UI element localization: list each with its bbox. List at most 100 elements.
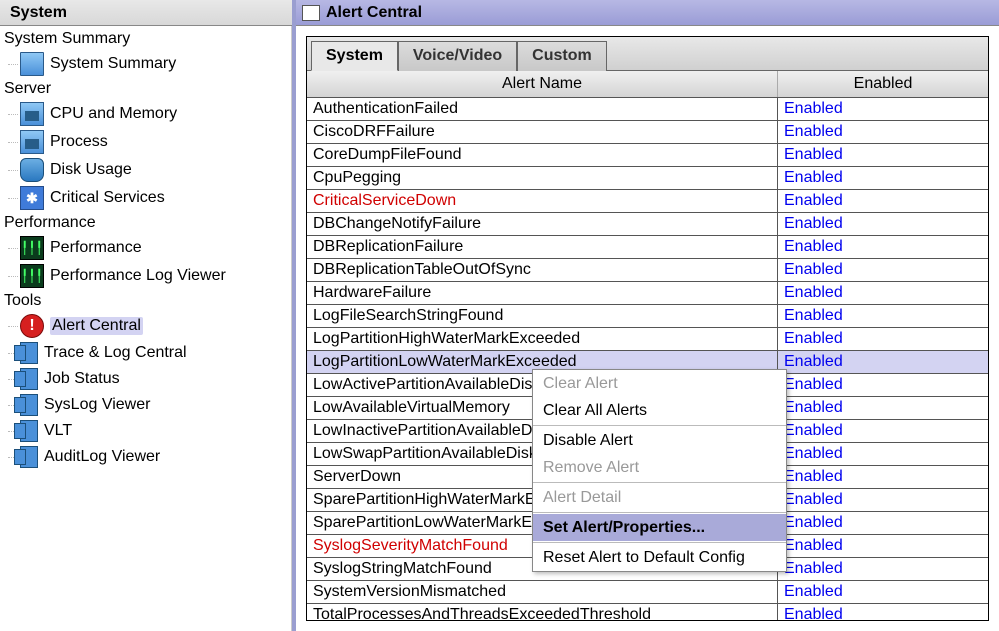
cell-enabled: Enabled bbox=[778, 581, 988, 603]
tree-item[interactable]: VLT bbox=[20, 418, 291, 444]
cell-alert-name: TotalProcessesAndThreadsExceededThreshol… bbox=[307, 604, 778, 620]
tree-item[interactable]: Job Status bbox=[20, 366, 291, 392]
docblue-icon bbox=[20, 420, 38, 442]
cell-alert-name: AuthenticationFailed bbox=[307, 98, 778, 120]
tab-voice-video[interactable]: Voice/Video bbox=[398, 41, 517, 71]
tree-item-label: VLT bbox=[44, 422, 72, 440]
cell-alert-name: DBReplicationTableOutOfSync bbox=[307, 259, 778, 281]
tree-group-label[interactable]: Performance bbox=[0, 212, 291, 234]
table-header: Alert Name Enabled bbox=[307, 71, 988, 98]
table-row[interactable]: LogPartitionHighWaterMarkExceededEnabled bbox=[307, 328, 988, 351]
perf-icon: ╿╿╿ bbox=[20, 236, 44, 260]
table-row[interactable]: AuthenticationFailedEnabled bbox=[307, 98, 988, 121]
table-row[interactable]: DBReplicationFailureEnabled bbox=[307, 236, 988, 259]
system-tree: System SummarySystem SummaryServerCPU an… bbox=[0, 26, 292, 631]
tree-item[interactable]: AuditLog Viewer bbox=[20, 444, 291, 470]
cell-alert-name: DBChangeNotifyFailure bbox=[307, 213, 778, 235]
tree-item[interactable]: SysLog Viewer bbox=[20, 392, 291, 418]
tree-item[interactable]: Process bbox=[20, 128, 291, 156]
perf-icon: ╿╿╿ bbox=[20, 264, 44, 288]
window-titlebar: Alert Central bbox=[296, 0, 999, 26]
table-row[interactable]: LogFileSearchStringFoundEnabled bbox=[307, 305, 988, 328]
tree-item-label: Alert Central bbox=[50, 317, 143, 335]
tab-custom[interactable]: Custom bbox=[517, 41, 607, 71]
menu-item: Remove Alert bbox=[533, 454, 786, 481]
cell-alert-name: CpuPegging bbox=[307, 167, 778, 189]
cell-enabled: Enabled bbox=[778, 443, 988, 465]
cell-enabled: Enabled bbox=[778, 190, 988, 212]
desktop-icon bbox=[20, 52, 44, 76]
tree-item[interactable]: Disk Usage bbox=[20, 156, 291, 184]
table-row[interactable]: DBReplicationTableOutOfSyncEnabled bbox=[307, 259, 988, 282]
cell-enabled: Enabled bbox=[778, 259, 988, 281]
tree-item-label: Disk Usage bbox=[50, 161, 132, 179]
cell-alert-name: CriticalServiceDown bbox=[307, 190, 778, 212]
tree-item[interactable]: Trace & Log Central bbox=[20, 340, 291, 366]
menu-separator bbox=[533, 482, 786, 483]
tree-group-label[interactable]: System Summary bbox=[0, 28, 291, 50]
cell-enabled: Enabled bbox=[778, 305, 988, 327]
menu-item[interactable]: Set Alert/Properties... bbox=[533, 514, 786, 541]
services-icon: ✱ bbox=[20, 186, 44, 210]
table-row[interactable]: HardwareFailureEnabled bbox=[307, 282, 988, 305]
table-row[interactable]: CpuPeggingEnabled bbox=[307, 167, 988, 190]
cell-alert-name: CoreDumpFileFound bbox=[307, 144, 778, 166]
alert-table: Alert Name Enabled AuthenticationFailedE… bbox=[307, 71, 988, 620]
cell-enabled: Enabled bbox=[778, 121, 988, 143]
tree-item-label: CPU and Memory bbox=[50, 105, 177, 123]
cell-enabled: Enabled bbox=[778, 236, 988, 258]
alert-icon: ! bbox=[20, 314, 44, 338]
menu-separator bbox=[533, 512, 786, 513]
tab-system[interactable]: System bbox=[311, 41, 398, 71]
tab-bar: SystemVoice/VideoCustom bbox=[307, 37, 988, 71]
menu-item[interactable]: Disable Alert bbox=[533, 427, 786, 454]
cell-enabled: Enabled bbox=[778, 420, 988, 442]
tree-item-label: Performance Log Viewer bbox=[50, 267, 226, 285]
tree-item[interactable]: ╿╿╿ Performance Log Viewer bbox=[20, 262, 291, 290]
tree-group-label[interactable]: Server bbox=[0, 78, 291, 100]
menu-item[interactable]: Clear All Alerts bbox=[533, 397, 786, 424]
cell-enabled: Enabled bbox=[778, 213, 988, 235]
tree-item[interactable]: ! Alert Central bbox=[20, 312, 291, 340]
table-row[interactable]: CiscoDRFFailureEnabled bbox=[307, 121, 988, 144]
tree-item-label: Trace & Log Central bbox=[44, 344, 187, 362]
tree-item[interactable]: System Summary bbox=[20, 50, 291, 78]
table-row[interactable]: TotalProcessesAndThreadsExceededThreshol… bbox=[307, 604, 988, 620]
menu-separator bbox=[533, 425, 786, 426]
tree-item[interactable]: ✱ Critical Services bbox=[20, 184, 291, 212]
cell-alert-name: LogFileSearchStringFound bbox=[307, 305, 778, 327]
monitor-icon bbox=[20, 130, 44, 154]
window-icon bbox=[302, 5, 320, 21]
tree-item-label: Job Status bbox=[44, 370, 120, 388]
docblue-icon bbox=[20, 446, 38, 468]
docblue-icon bbox=[20, 342, 38, 364]
cell-enabled: Enabled bbox=[778, 512, 988, 534]
tree-item[interactable]: CPU and Memory bbox=[20, 100, 291, 128]
table-row[interactable]: DBChangeNotifyFailureEnabled bbox=[307, 213, 988, 236]
tree-item-label: AuditLog Viewer bbox=[44, 448, 160, 466]
column-header-enabled[interactable]: Enabled bbox=[778, 71, 988, 97]
tree-item-label: Performance bbox=[50, 239, 142, 257]
table-row[interactable]: CoreDumpFileFoundEnabled bbox=[307, 144, 988, 167]
docblue-icon bbox=[20, 368, 38, 390]
cell-enabled: Enabled bbox=[778, 144, 988, 166]
menu-item[interactable]: Reset Alert to Default Config bbox=[533, 544, 786, 571]
tree-item[interactable]: ╿╿╿ Performance bbox=[20, 234, 291, 262]
tree-item-label: SysLog Viewer bbox=[44, 396, 150, 414]
menu-separator bbox=[533, 542, 786, 543]
cell-alert-name: LogPartitionHighWaterMarkExceeded bbox=[307, 328, 778, 350]
tree-group-label[interactable]: Tools bbox=[0, 290, 291, 312]
cell-alert-name: CiscoDRFFailure bbox=[307, 121, 778, 143]
content-area: SystemVoice/VideoCustom Alert Name Enabl… bbox=[296, 26, 999, 631]
cell-enabled: Enabled bbox=[778, 282, 988, 304]
cell-alert-name: DBReplicationFailure bbox=[307, 236, 778, 258]
monitor-icon bbox=[20, 102, 44, 126]
menu-item: Alert Detail bbox=[533, 484, 786, 511]
tree-item-label: Critical Services bbox=[50, 189, 165, 207]
table-row[interactable]: CriticalServiceDownEnabled bbox=[307, 190, 988, 213]
column-header-name[interactable]: Alert Name bbox=[307, 71, 778, 97]
cell-enabled: Enabled bbox=[778, 167, 988, 189]
table-row[interactable]: SystemVersionMismatchedEnabled bbox=[307, 581, 988, 604]
cell-enabled: Enabled bbox=[778, 328, 988, 350]
context-menu: Clear AlertClear All AlertsDisable Alert… bbox=[532, 369, 787, 572]
